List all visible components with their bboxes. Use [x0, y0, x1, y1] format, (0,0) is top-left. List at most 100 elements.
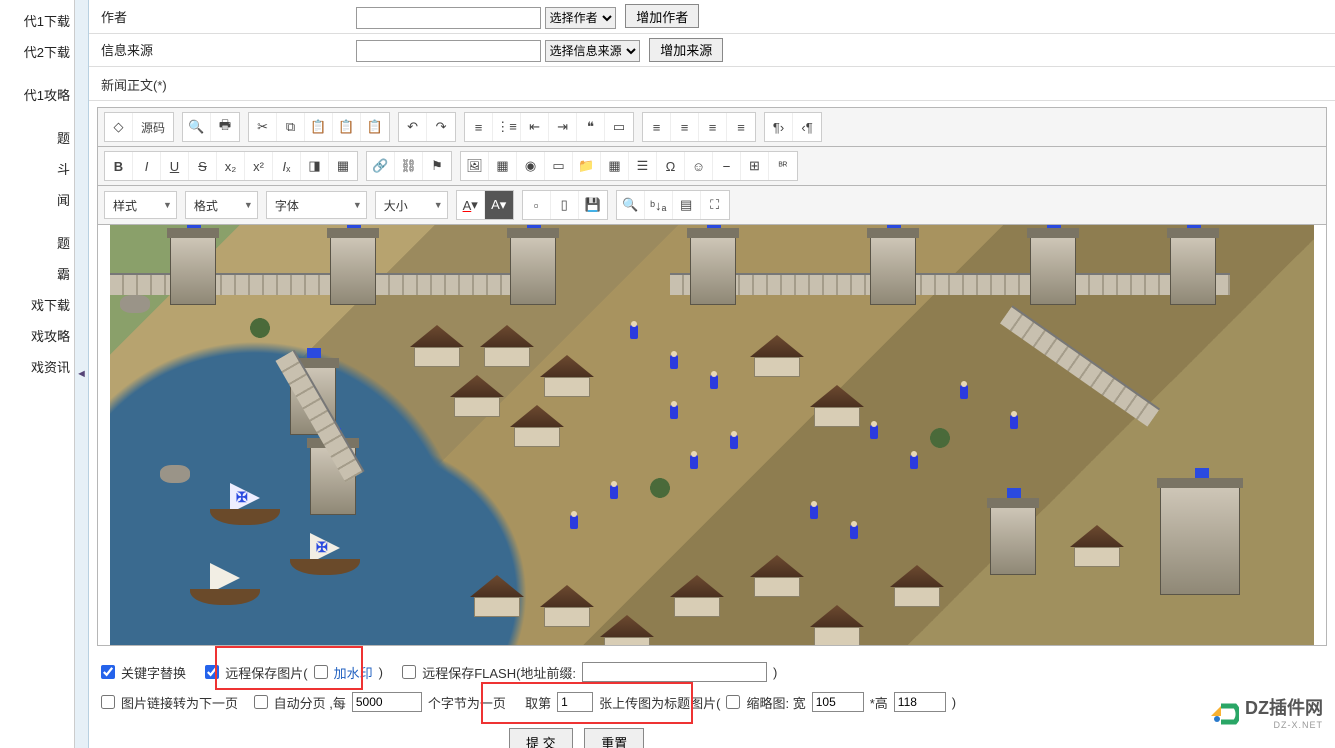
- superscript-icon[interactable]: x²: [245, 152, 273, 180]
- reset-button[interactable]: 重置: [584, 728, 644, 748]
- source-select[interactable]: 选择信息来源: [545, 40, 640, 62]
- table-icon[interactable]: ▦: [601, 152, 629, 180]
- iframe-icon[interactable]: ▭: [545, 152, 573, 180]
- format-combo[interactable]: 格式▼: [185, 191, 258, 219]
- add-source-button[interactable]: 增加来源: [649, 38, 723, 62]
- font-color-icon[interactable]: A▾: [457, 191, 485, 219]
- page-break-icon[interactable]: ⎯: [713, 152, 741, 180]
- image-icon[interactable]: 🖼: [461, 152, 489, 180]
- img-link-next-checkbox[interactable]: [101, 695, 115, 709]
- redo-icon[interactable]: ↷: [427, 113, 455, 141]
- replace-icon[interactable]: ᵇ↓ₐ: [645, 191, 673, 219]
- add-author-button[interactable]: 增加作者: [625, 4, 699, 28]
- ordered-list-icon[interactable]: ≡: [465, 113, 493, 141]
- link-icon[interactable]: 🔗: [367, 152, 395, 180]
- symbol-icon[interactable]: Ω: [657, 152, 685, 180]
- emoji-icon[interactable]: ☺: [685, 152, 713, 180]
- select-all-icon[interactable]: ▦: [329, 152, 357, 180]
- blockquote-icon[interactable]: ❝: [577, 113, 605, 141]
- unordered-list-icon[interactable]: ⋮≡: [493, 113, 521, 141]
- align-right-icon[interactable]: ≡: [699, 113, 727, 141]
- author-row: 作者 选择作者 增加作者: [89, 0, 1335, 34]
- new-page-icon[interactable]: ▫: [523, 191, 551, 219]
- page-watermark: DZ插件网 DZ-X.NET: [1207, 694, 1323, 730]
- align-center-icon[interactable]: ≡: [671, 113, 699, 141]
- eraser-icon[interactable]: ◨: [301, 152, 329, 180]
- subscript-icon[interactable]: x₂: [217, 152, 245, 180]
- spell-icon[interactable]: ᴮᴿ: [769, 152, 797, 180]
- sidebar-item[interactable]: 戏资讯: [0, 351, 74, 382]
- show-blocks-icon[interactable]: ▤: [673, 191, 701, 219]
- undo-icon[interactable]: ↶: [399, 113, 427, 141]
- remote-flash-checkbox[interactable]: [402, 665, 416, 679]
- keyword-replace-label: 关键字替换: [121, 663, 186, 682]
- author-input[interactable]: [356, 7, 541, 29]
- align-left-icon[interactable]: ≡: [643, 113, 671, 141]
- auto-page-checkbox[interactable]: [254, 695, 268, 709]
- size-combo[interactable]: 大小▼: [375, 191, 448, 219]
- file-icon[interactable]: 📁: [573, 152, 601, 180]
- thumb-h-input[interactable]: [894, 692, 946, 712]
- paste-word-icon[interactable]: 📋: [361, 113, 389, 141]
- doc-icon[interactable]: ▯: [551, 191, 579, 219]
- align-justify-icon[interactable]: ≡: [727, 113, 755, 141]
- copy-icon[interactable]: ⧉: [277, 113, 305, 141]
- sidebar-item[interactable]: 代2下载: [0, 36, 74, 67]
- find-icon[interactable]: 🔍: [617, 191, 645, 219]
- source-icon[interactable]: ◇: [105, 113, 133, 141]
- flash-icon[interactable]: ▦: [489, 152, 517, 180]
- sidebar-item[interactable]: 斗: [0, 153, 74, 184]
- paste-text-icon[interactable]: 📋: [333, 113, 361, 141]
- author-select[interactable]: 选择作者: [545, 7, 616, 29]
- keyword-replace-checkbox[interactable]: [101, 665, 115, 679]
- style-combo[interactable]: 样式▼: [104, 191, 177, 219]
- rtl-icon[interactable]: ‹¶: [793, 113, 821, 141]
- cut-icon[interactable]: ✂: [249, 113, 277, 141]
- div-icon[interactable]: ▭: [605, 113, 633, 141]
- sidebar-collapse[interactable]: ◄: [75, 0, 89, 748]
- ltr-icon[interactable]: ¶›: [765, 113, 793, 141]
- page-bytes-input[interactable]: [352, 692, 422, 712]
- outdent-icon[interactable]: ⇤: [521, 113, 549, 141]
- toolbar-row-2: B I U S x₂ x² Iₓ ◨ ▦ 🔗 ⛓ ⚑ 🖼 ▦: [98, 147, 1326, 186]
- hr-icon[interactable]: ☰: [629, 152, 657, 180]
- print-icon[interactable]: 🖶: [211, 113, 239, 141]
- sidebar-item[interactable]: 题: [0, 122, 74, 153]
- source-input[interactable]: [356, 40, 541, 62]
- underline-icon[interactable]: U: [161, 152, 189, 180]
- save-icon[interactable]: 💾: [579, 191, 607, 219]
- sidebar-item[interactable]: 霸: [0, 258, 74, 289]
- thumb-w-input[interactable]: [812, 692, 864, 712]
- paste-icon[interactable]: 📋: [305, 113, 333, 141]
- bold-icon[interactable]: B: [105, 152, 133, 180]
- editor-content[interactable]: ✠ ✠: [98, 225, 1326, 645]
- watermark-link[interactable]: 加水印: [334, 663, 373, 682]
- bg-color-icon[interactable]: A▾: [485, 191, 513, 219]
- nth-input[interactable]: [557, 692, 593, 712]
- italic-icon[interactable]: I: [133, 152, 161, 180]
- remote-image-checkbox[interactable]: [205, 665, 219, 679]
- game-screenshot: ✠ ✠: [110, 225, 1314, 645]
- unlink-icon[interactable]: ⛓: [395, 152, 423, 180]
- sidebar-item[interactable]: 代1攻略: [0, 79, 74, 110]
- indent-icon[interactable]: ⇥: [549, 113, 577, 141]
- font-combo[interactable]: 字体▼: [266, 191, 367, 219]
- sidebar-item[interactable]: 题: [0, 227, 74, 258]
- source-button[interactable]: 源码: [133, 113, 173, 141]
- sidebar-item[interactable]: 代1下载: [0, 5, 74, 36]
- remove-format-icon[interactable]: Iₓ: [273, 152, 301, 180]
- sidebar-item[interactable]: 戏攻略: [0, 320, 74, 351]
- strike-icon[interactable]: S: [189, 152, 217, 180]
- thumb-mid-label: *高: [870, 693, 888, 712]
- template-icon[interactable]: ⊞: [741, 152, 769, 180]
- watermark-checkbox[interactable]: [314, 665, 328, 679]
- thumb-checkbox[interactable]: [726, 695, 740, 709]
- sidebar-item[interactable]: 闻: [0, 184, 74, 215]
- submit-button[interactable]: 提 交: [509, 728, 573, 748]
- anchor-icon[interactable]: ⚑: [423, 152, 451, 180]
- maximize-icon[interactable]: ⛶: [701, 191, 729, 219]
- flash-prefix-input[interactable]: [582, 662, 767, 682]
- sidebar-item[interactable]: 戏下载: [0, 289, 74, 320]
- preview-icon[interactable]: 🔍: [183, 113, 211, 141]
- media-icon[interactable]: ◉: [517, 152, 545, 180]
